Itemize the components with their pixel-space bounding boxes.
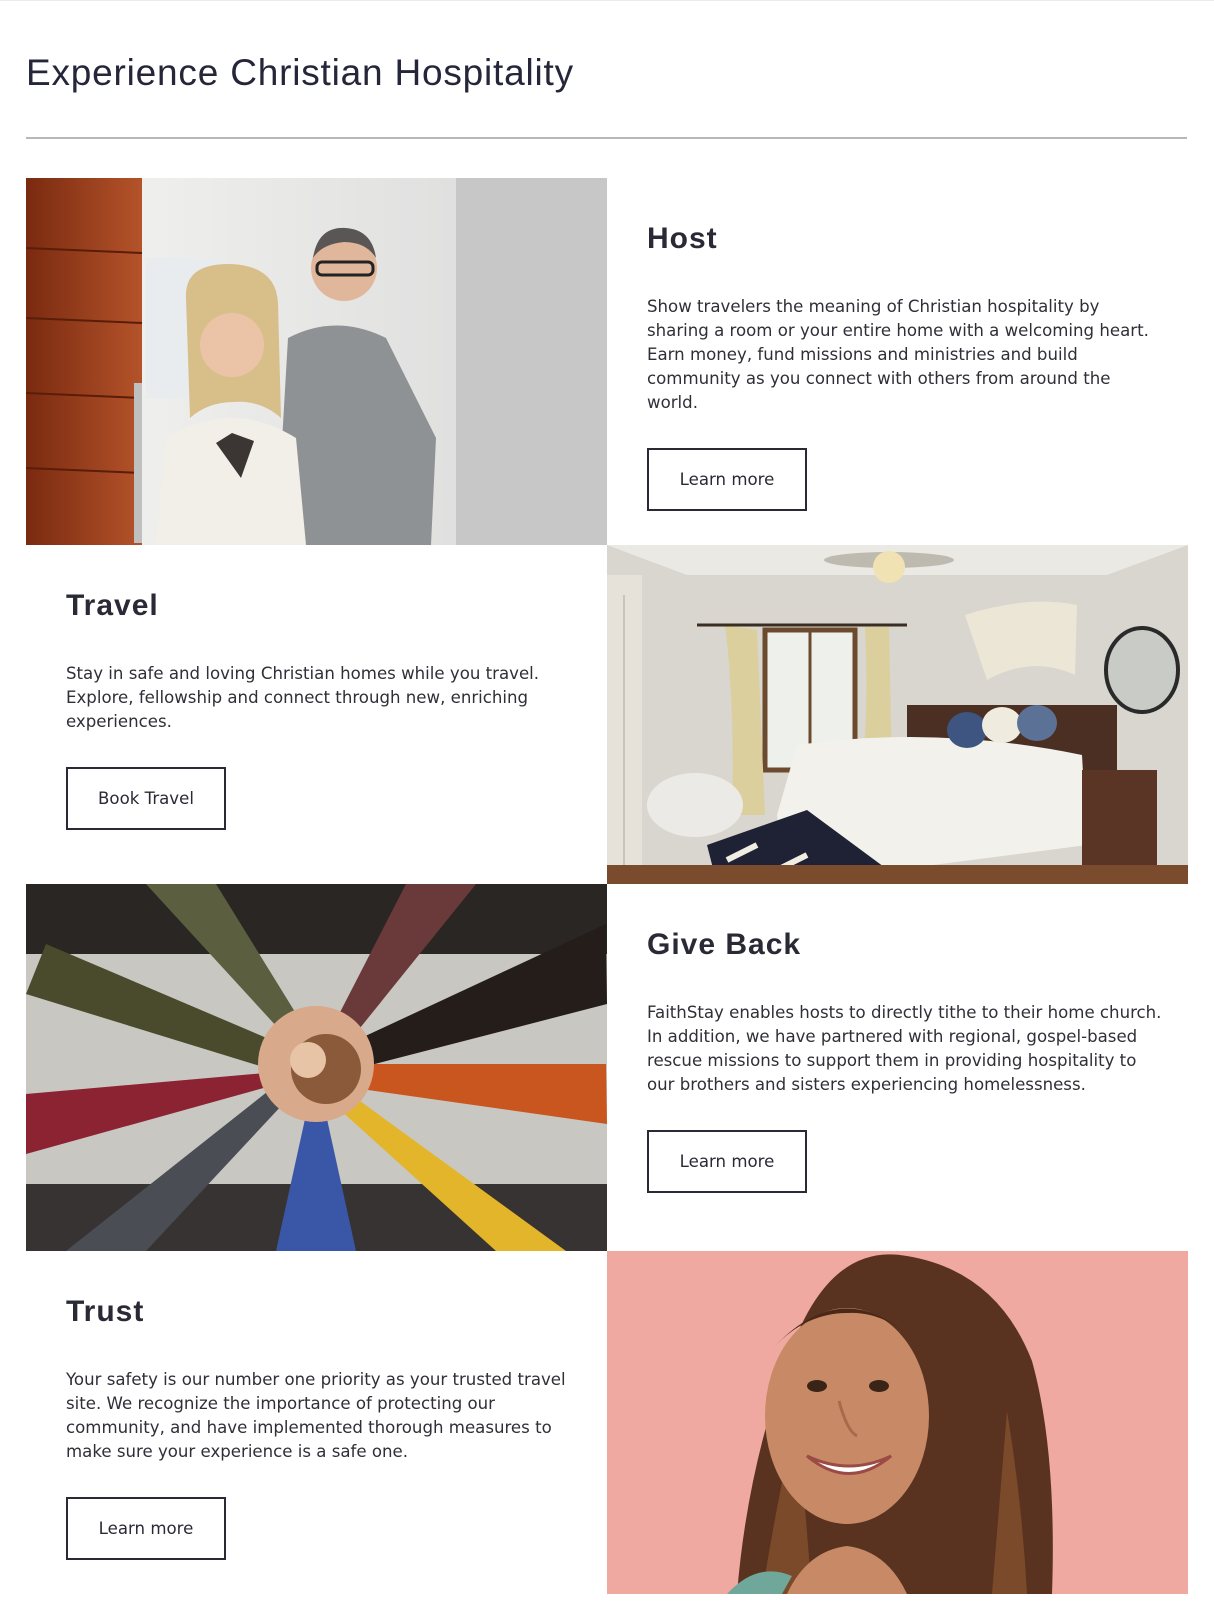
book-travel-button[interactable]: Book Travel (66, 767, 226, 830)
give-back-description: FaithStay enables hosts to directly tith… (647, 1003, 1162, 1094)
give-back-section: Give Back FaithStay enables hosts to dir… (607, 884, 1188, 1251)
travel-description: Stay in safe and loving Christian homes … (66, 664, 540, 731)
title-divider (26, 137, 1187, 139)
host-heading: Host (647, 222, 718, 255)
page-title: Experience Christian Hospitality (26, 52, 574, 93)
trust-image (607, 1251, 1188, 1594)
host-learn-more-button[interactable]: Learn more (647, 448, 807, 511)
host-description: Show travelers the meaning of Christian … (647, 297, 1149, 412)
trust-section: Trust Your safety is our number one prio… (26, 1251, 607, 1594)
couple-at-front-door-photo (26, 178, 607, 545)
give-back-heading: Give Back (647, 928, 802, 961)
give-back-learn-more-button[interactable]: Learn more (647, 1130, 807, 1193)
trust-heading: Trust (66, 1295, 145, 1328)
host-image (26, 178, 607, 545)
trust-learn-more-button[interactable]: Learn more (66, 1497, 226, 1560)
travel-image (607, 545, 1188, 884)
travel-heading: Travel (66, 589, 159, 622)
travel-section: Travel Stay in safe and loving Christian… (26, 545, 607, 884)
host-section: Host Show travelers the meaning of Chris… (607, 178, 1188, 545)
hands-together-circle-photo (26, 884, 607, 1251)
trust-description: Your safety is our number one priority a… (66, 1370, 566, 1461)
top-edge-line (0, 0, 1214, 1)
smiling-woman-portrait-photo (607, 1251, 1188, 1594)
guest-bedroom-photo (607, 545, 1188, 884)
give-back-image (26, 884, 607, 1251)
